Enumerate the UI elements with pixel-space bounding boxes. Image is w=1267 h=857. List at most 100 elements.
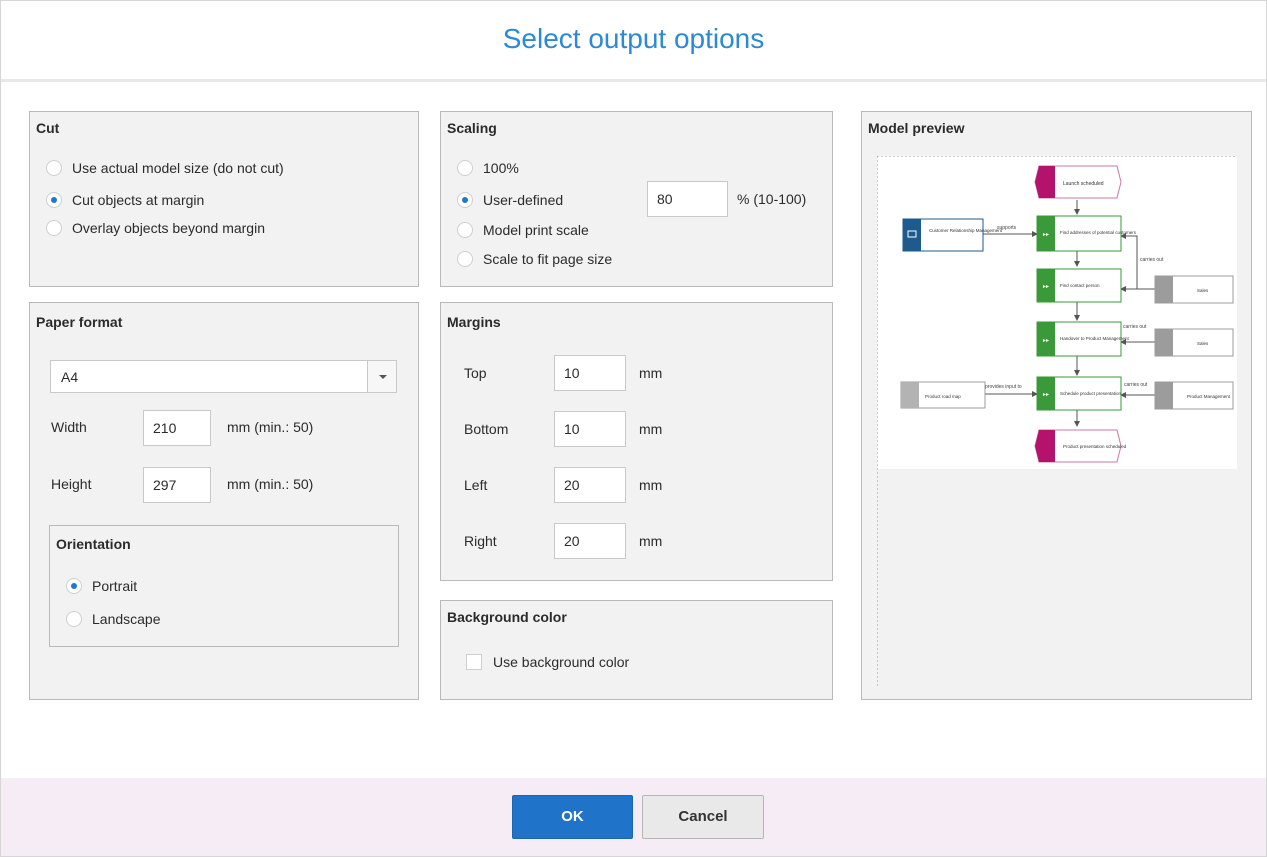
scaling-model-print[interactable]: Model print scale	[457, 222, 589, 238]
edge-label-provides-input: provides input to	[985, 384, 1022, 390]
height-label: Height	[51, 476, 92, 492]
height-input[interactable]: 297	[143, 467, 211, 503]
orientation-landscape[interactable]: Landscape	[66, 611, 161, 627]
model-preview-panel: Model preview supports carries out carri…	[861, 111, 1252, 700]
function-4: ▸▸ Schedule product presentation	[1036, 376, 1122, 411]
dialog-header: Select output options	[1, 1, 1266, 82]
cut-option-actual-size[interactable]: Use actual model size (do not cut)	[46, 160, 284, 176]
svg-text:Product Management: Product Management	[1187, 394, 1231, 399]
preview-page	[877, 156, 1237, 469]
width-unit: mm (min.: 50)	[227, 419, 314, 435]
dialog-title: Select output options	[502, 23, 765, 54]
margin-right-label: Right	[464, 533, 497, 549]
margins-panel: Margins Top 10 mm Bottom 10 mm Left 20 m…	[440, 302, 833, 581]
scaling-fit-page[interactable]: Scale to fit page size	[457, 251, 612, 267]
cut-option-label: Use actual model size (do not cut)	[72, 160, 284, 176]
orientation-label: Portrait	[92, 578, 138, 594]
margin-left-unit: mm	[639, 477, 663, 493]
svg-text:Sales: Sales	[1197, 341, 1209, 346]
model-preview-title: Model preview	[868, 120, 965, 136]
scaling-user-defined[interactable]: User-defined	[457, 192, 563, 208]
function-3: ▸▸ Handover to Product Management	[1036, 321, 1130, 357]
radio-icon[interactable]	[457, 222, 473, 238]
cut-option-cut-at-margin[interactable]: Cut objects at margin	[46, 192, 204, 208]
svg-text:Find addresses of potential cu: Find addresses of potential customers	[1060, 230, 1137, 235]
svg-text:Product road map: Product road map	[925, 394, 961, 399]
cut-option-label: Cut objects at margin	[72, 192, 205, 208]
role-sales-2: Sales	[1154, 328, 1234, 357]
radio-icon[interactable]	[66, 611, 82, 627]
svg-text:▸▸: ▸▸	[1043, 338, 1049, 344]
cut-option-overlay[interactable]: Overlay objects beyond margin	[46, 220, 265, 236]
margin-top-unit: mm	[639, 365, 663, 381]
orientation-portrait[interactable]: Portrait	[66, 578, 137, 594]
ok-button[interactable]: OK	[512, 795, 633, 839]
svg-text:Product presentation scheduled: Product presentation scheduled	[1063, 444, 1127, 449]
radio-icon[interactable]	[46, 220, 62, 236]
paper-format-value: A4	[61, 369, 79, 385]
margin-right-input[interactable]: 20	[554, 523, 626, 559]
background-color-label: Use background color	[493, 654, 630, 670]
margin-bottom-unit: mm	[639, 421, 663, 437]
height-unit: mm (min.: 50)	[227, 476, 314, 492]
scaling-title: Scaling	[447, 120, 497, 136]
margin-top-label: Top	[464, 365, 487, 381]
orientation-title: Orientation	[56, 536, 131, 552]
radio-icon[interactable]	[457, 251, 473, 267]
orientation-label: Landscape	[92, 611, 161, 627]
function-2: ▸▸ Find contact person	[1036, 268, 1122, 303]
background-color-checkbox[interactable]	[466, 654, 482, 670]
scaling-panel: Scaling 100% User-defined 80 % (10-100) …	[440, 111, 833, 287]
scaling-value-unit: % (10-100)	[737, 191, 807, 207]
svg-text:Schedule product presentation: Schedule product presentation	[1060, 391, 1122, 396]
margin-right-unit: mm	[639, 533, 663, 549]
scaling-value-input[interactable]: 80	[647, 181, 728, 217]
cut-option-label: Overlay objects beyond margin	[72, 220, 265, 236]
model-preview-canvas: supports carries out carries out carries…	[877, 156, 1237, 686]
paper-format-panel: Paper format A4 Width 210 mm (min.: 50) …	[29, 302, 419, 700]
svg-text:▸▸: ▸▸	[1043, 392, 1049, 398]
orientation-panel: Orientation Portrait Landscape	[49, 525, 399, 647]
role-product-management: Product Management	[1154, 381, 1234, 410]
radio-icon[interactable]	[46, 192, 62, 208]
svg-text:Launch scheduled: Launch scheduled	[1063, 181, 1104, 187]
radio-icon[interactable]	[66, 578, 82, 594]
scaling-option-label: 100%	[483, 160, 519, 176]
scaling-option-label: Model print scale	[483, 222, 589, 238]
scaling-100[interactable]: 100%	[457, 160, 519, 176]
edge-label-carries-out-1: carries out	[1140, 257, 1164, 263]
background-color-panel: Background color Use background color	[440, 600, 833, 700]
margins-title: Margins	[447, 314, 501, 330]
margin-left-input[interactable]: 20	[554, 467, 626, 503]
margin-bottom-input[interactable]: 10	[554, 411, 626, 447]
radio-icon[interactable]	[457, 160, 473, 176]
cut-panel: Cut Use actual model size (do not cut) C…	[29, 111, 419, 287]
svg-text:▸▸: ▸▸	[1043, 232, 1049, 238]
cancel-button[interactable]: Cancel	[642, 795, 764, 839]
paper-format-select[interactable]: A4	[50, 360, 397, 393]
edge-label-carries-out-3: carries out	[1124, 382, 1148, 388]
scaling-option-label: User-defined	[483, 192, 564, 208]
width-label: Width	[51, 419, 87, 435]
svg-text:Handover to Product Management: Handover to Product Management	[1060, 336, 1130, 341]
radio-icon[interactable]	[457, 192, 473, 208]
edge-label-carries-out-2: carries out	[1123, 324, 1147, 330]
event-end: Product presentation scheduled	[1034, 429, 1127, 463]
width-input[interactable]: 210	[143, 410, 211, 446]
role-sales-1: Sales	[1154, 275, 1234, 304]
paper-format-title: Paper format	[36, 314, 123, 330]
background-color-title: Background color	[447, 609, 567, 625]
scaling-option-label: Scale to fit page size	[483, 251, 613, 267]
margin-top-input[interactable]: 10	[554, 355, 626, 391]
svg-text:▸▸: ▸▸	[1043, 284, 1049, 290]
chevron-down-icon[interactable]	[367, 360, 397, 393]
dialog-footer: OK Cancel	[1, 778, 1266, 856]
svg-text:Customer Relationship Manageme: Customer Relationship Management	[929, 228, 1003, 233]
svg-text:Sales: Sales	[1197, 288, 1209, 293]
margin-bottom-label: Bottom	[464, 421, 509, 437]
radio-icon[interactable]	[46, 160, 62, 176]
cut-panel-title: Cut	[36, 120, 60, 136]
svg-text:Find contact person: Find contact person	[1060, 283, 1100, 288]
event-start: Launch scheduled	[1034, 165, 1122, 199]
margin-left-label: Left	[464, 477, 488, 493]
